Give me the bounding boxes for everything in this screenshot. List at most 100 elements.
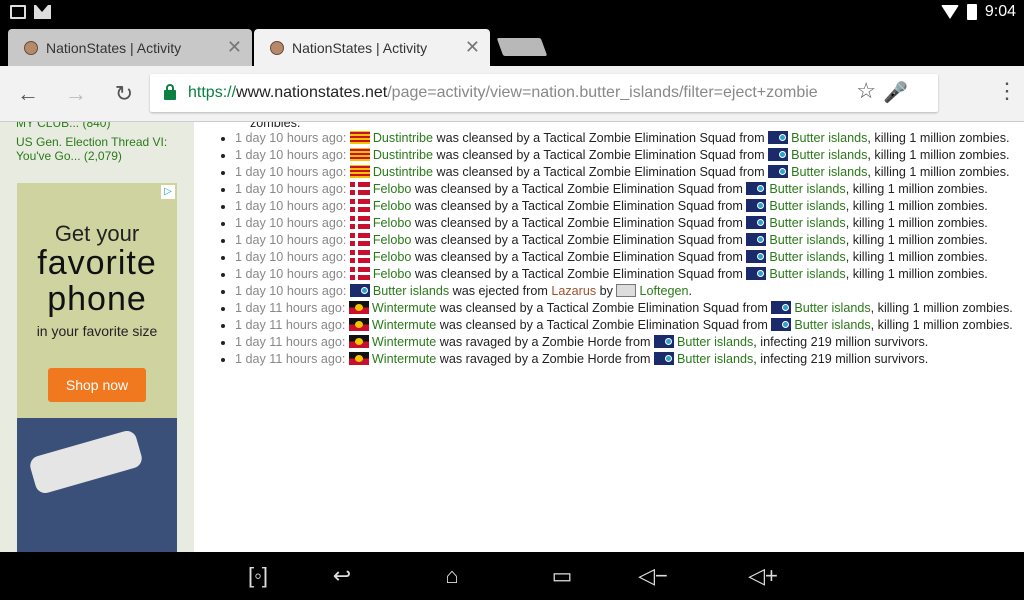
nation-link[interactable]: Loftegen: [639, 284, 688, 298]
close-icon[interactable]: ✕: [227, 37, 242, 58]
flag-icon: [616, 284, 637, 297]
flag-icon: [746, 267, 767, 280]
event-timestamp: 1 day 11 hours ago:: [235, 352, 349, 366]
nation-link[interactable]: Felobo: [373, 182, 412, 196]
page-content: MY CLUB... (840) US Gen. Election Thread…: [0, 122, 1024, 552]
sidebar-link-election[interactable]: US Gen. Election Thread VI: You've Go...…: [16, 135, 167, 163]
lock-icon: [164, 84, 176, 100]
nation-link[interactable]: Felobo: [373, 199, 412, 213]
wifi-icon: [940, 5, 959, 19]
nation-link[interactable]: Dustintribe: [373, 131, 433, 145]
adchoices-icon[interactable]: ▷: [161, 185, 175, 199]
tab-2[interactable]: NationStates | Activity ✕: [254, 29, 490, 66]
sidebar-link-club[interactable]: MY CLUB... (840): [16, 122, 110, 130]
nation-link[interactable]: Butter islands: [769, 267, 845, 281]
nation-link[interactable]: Butter islands: [769, 233, 845, 247]
list-item: 1 day 10 hours ago: Dustintribe was clea…: [235, 131, 1015, 146]
nation-link[interactable]: Wintermute: [372, 335, 436, 349]
back-icon[interactable]: ↩: [324, 564, 360, 588]
nation-link[interactable]: Butter islands: [794, 318, 870, 332]
nation-link[interactable]: Felobo: [373, 233, 412, 247]
event-tail: , infecting 219 million survivors.: [753, 352, 929, 366]
event-timestamp: 1 day 10 hours ago:: [235, 165, 350, 179]
list-item: 1 day 10 hours ago: Felobo was cleansed …: [235, 267, 1015, 282]
list-item: 1 day 10 hours ago: Felobo was cleansed …: [235, 233, 1015, 248]
feed-fragment: zombies.: [250, 122, 301, 130]
nation-link[interactable]: Wintermute: [372, 352, 436, 366]
flag-icon: [768, 148, 789, 161]
new-tab-button[interactable]: [496, 38, 548, 56]
activity-feed: zombies. 1 day 10 hours ago: Dustintribe…: [235, 122, 1015, 369]
battery-icon: [966, 4, 977, 20]
event-timestamp: 1 day 11 hours ago:: [235, 335, 349, 349]
volume-down-icon[interactable]: ◁−: [638, 564, 668, 588]
nation-link[interactable]: Felobo: [373, 216, 412, 230]
nation-link[interactable]: Butter islands: [677, 335, 753, 349]
forward-arrow-icon[interactable]: →: [62, 80, 90, 108]
overflow-menu-icon[interactable]: ⋮: [996, 78, 1018, 104]
ad-line2b: phone: [47, 280, 147, 318]
tab-title: NationStates | Activity: [292, 39, 428, 56]
browser-toolbar: ← → ↻ https:// www.nationstates.net /pag…: [0, 66, 1024, 122]
event-tail: , killing 1 million zombies.: [867, 165, 1010, 179]
nation-link[interactable]: Butter islands: [769, 182, 845, 196]
flag-icon: [349, 267, 370, 280]
sidebar-link-line1: US Gen. Election Thread VI:: [16, 135, 168, 149]
nation-link[interactable]: Butter islands: [791, 148, 867, 162]
nation-link[interactable]: Butter islands: [791, 131, 867, 145]
nation-link[interactable]: Butter islands: [373, 284, 449, 298]
event-list: 1 day 10 hours ago: Dustintribe was clea…: [235, 131, 1015, 367]
nation-link[interactable]: Dustintribe: [373, 148, 433, 162]
event-text: was cleansed by a Tactical Zombie Elimin…: [436, 301, 772, 315]
flag-icon: [746, 250, 767, 263]
screenshot-icon[interactable]: [◦]: [242, 564, 274, 588]
event-tail: , killing 1 million zombies.: [845, 250, 988, 264]
nation-link[interactable]: Butter islands: [769, 250, 845, 264]
region-link[interactable]: Lazarus: [551, 284, 596, 298]
nation-link[interactable]: Wintermute: [372, 318, 436, 332]
flag-icon: [771, 301, 792, 314]
nation-link[interactable]: Felobo: [373, 267, 412, 281]
back-arrow-icon[interactable]: ←: [14, 80, 42, 108]
recents-icon[interactable]: ▭: [544, 564, 580, 588]
event-text: was cleansed by a Tactical Zombie Elimin…: [433, 165, 769, 179]
tab-1[interactable]: NationStates | Activity ✕: [8, 29, 252, 66]
event-text: was cleansed by a Tactical Zombie Elimin…: [436, 318, 772, 332]
volume-up-icon[interactable]: ◁+: [748, 564, 778, 588]
nation-link[interactable]: Butter islands: [677, 352, 753, 366]
nation-link[interactable]: Butter islands: [769, 199, 845, 213]
nation-link[interactable]: Butter islands: [794, 301, 870, 315]
status-bar: 9:04: [0, 0, 1024, 26]
nation-link[interactable]: Dustintribe: [373, 165, 433, 179]
ad-line2a: favorite: [37, 244, 157, 282]
shop-now-button[interactable]: Shop now: [48, 368, 146, 402]
address-bar[interactable]: https:// www.nationstates.net /page=acti…: [150, 74, 938, 112]
event-timestamp: 1 day 10 hours ago:: [235, 131, 350, 145]
event-timestamp: 1 day 11 hours ago:: [235, 318, 349, 332]
flag-icon: [746, 233, 767, 246]
nation-link[interactable]: Felobo: [373, 250, 412, 264]
flag-icon: [746, 199, 767, 212]
nation-link[interactable]: Butter islands: [769, 216, 845, 230]
advertisement[interactable]: ▷ Get your favorite phone in your favori…: [17, 183, 177, 552]
event-timestamp: 1 day 10 hours ago:: [235, 267, 350, 281]
event-text: was cleansed by a Tactical Zombie Elimin…: [411, 267, 747, 281]
nation-link[interactable]: Wintermute: [372, 301, 436, 315]
list-item: 1 day 10 hours ago: Butter islands was e…: [235, 284, 1015, 299]
nation-link[interactable]: Butter islands: [791, 165, 867, 179]
home-icon[interactable]: ⌂: [432, 564, 472, 588]
event-tail: , killing 1 million zombies.: [867, 148, 1010, 162]
flag-icon: [349, 165, 370, 178]
star-icon[interactable]: ☆: [856, 78, 876, 104]
event-text: was cleansed by a Tactical Zombie Elimin…: [411, 199, 747, 213]
event-timestamp: 1 day 10 hours ago:: [235, 148, 350, 162]
event-text: was cleansed by a Tactical Zombie Elimin…: [411, 216, 747, 230]
event-timestamp: 1 day 10 hours ago:: [235, 233, 350, 247]
close-icon[interactable]: ✕: [465, 37, 480, 58]
mic-icon[interactable]: 🎤: [883, 80, 908, 105]
event-tail: , killing 1 million zombies.: [845, 267, 988, 281]
url-host: www.nationstates.net: [236, 84, 388, 101]
reload-icon[interactable]: ↻: [110, 80, 138, 108]
list-item: 1 day 11 hours ago: Wintermute was ravag…: [235, 352, 1015, 367]
event-timestamp: 1 day 10 hours ago:: [235, 199, 350, 213]
